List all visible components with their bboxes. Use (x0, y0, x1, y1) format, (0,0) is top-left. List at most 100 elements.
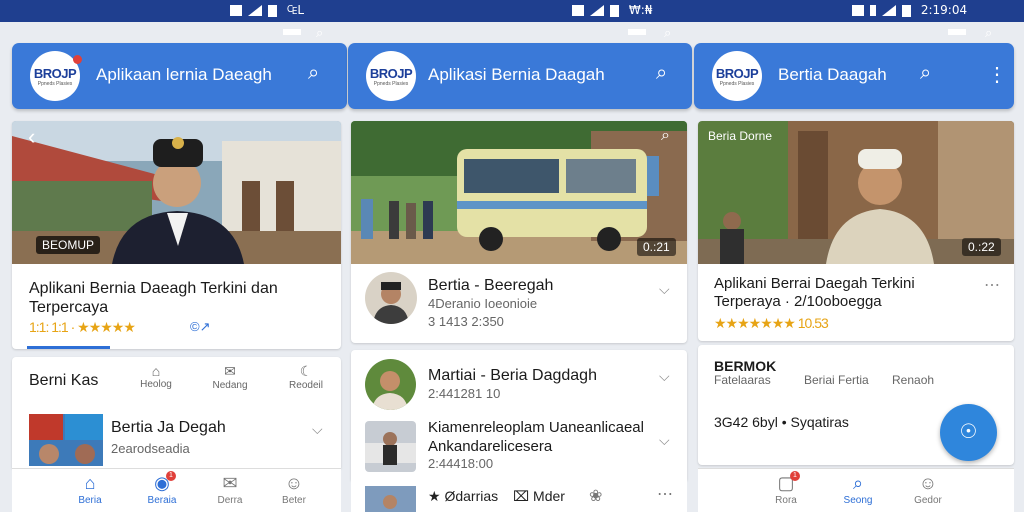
app-bar-2: BROJP Ppneds Plasies Aplikasi Bernia Daa… (348, 43, 692, 109)
item-title[interactable]: Bertia Ja Degah (111, 418, 226, 437)
app-bar-1: BROJP Ppneds Plasies Aplikaan lernia Dae… (12, 43, 347, 109)
status-icons-3: 2:19:04 (852, 3, 967, 17)
profile-icon: ☺ (918, 473, 938, 493)
news-icon: ◉ (154, 473, 170, 493)
section-title: Berni Kas (29, 372, 99, 389)
chevron-down-icon[interactable]: ⌵ (659, 281, 670, 298)
tray-bar (628, 29, 646, 35)
nav-label: Seong (843, 495, 873, 506)
app-title: Aplikaan lernia Daeagh (96, 65, 272, 84)
app-title: Bertia Daagah (778, 65, 887, 84)
item-thumbnail[interactable] (29, 414, 103, 466)
section-tab-2[interactable]: ✉ Nedang (210, 363, 250, 391)
nav-item-search[interactable]: ⌕ Seong (828, 473, 888, 506)
nav-badge: 1 (166, 471, 176, 481)
search-icon[interactable]: ⌕ (308, 62, 319, 85)
tab-label: Heolog (140, 379, 172, 390)
bluetooth-icon (870, 5, 876, 16)
nav-label: Gedor (914, 495, 942, 506)
chat-icon: ☾ (299, 363, 313, 379)
item-title[interactable]: Kiamenreleoplam Uaneanlicaeal Ankandarel… (428, 418, 648, 456)
more-vert-icon[interactable]: ⋮ (987, 62, 1007, 87)
item-title[interactable]: Martiai - Beria Dagdagh (428, 366, 597, 385)
tray-bar (948, 29, 966, 35)
section-tab-2[interactable]: Beriai Fertia (804, 373, 869, 387)
back-icon[interactable]: ‹ (28, 124, 35, 150)
profile-icon: ☺ (284, 473, 304, 493)
tab-label: Nedang (212, 380, 248, 391)
status-time-3: 2:19:04 (920, 3, 968, 17)
search-icon[interactable]: ⌕ (985, 25, 992, 41)
item-meta: 4Deranio Ioeonioie (428, 296, 538, 311)
chevron-down-icon[interactable]: ⌵ (659, 368, 670, 385)
featured-headline[interactable]: Aplikani Bernia Daeagh Terkini dan Terpe… (29, 279, 329, 317)
battery-icon (268, 4, 277, 17)
floating-action-button[interactable]: ☉ (940, 404, 997, 461)
search-icon[interactable]: ⌕ (656, 62, 667, 85)
section-tab-1[interactable]: Fatelaaras (714, 373, 771, 387)
tray-bar (283, 29, 301, 35)
rating-stars: ★★★★★★★ 10.53 (714, 315, 829, 331)
app-logo[interactable]: BROJP Ppneds Plasies (712, 51, 762, 101)
chat-icon: ☉ (959, 421, 978, 443)
nav-label: Rora (775, 495, 797, 506)
video-duration: 0.:22 (962, 238, 1001, 256)
section-footnote: 3G42 6byl • Syqatiras (714, 414, 849, 430)
signal-icon (882, 5, 896, 16)
section-tab-3[interactable]: Renaoh (892, 373, 934, 387)
status-time-1: ₠L (286, 3, 305, 17)
app-logo[interactable]: BROJP Ppneds Plasies (30, 51, 82, 101)
nav-item-news[interactable]: ◉ Beraia 1 (132, 471, 192, 506)
featured-card-1[interactable]: ‹ BEOMUP Aplikani Bernia Daeagh Terkini … (12, 121, 341, 349)
more-horiz-icon[interactable]: ⋯ (657, 484, 673, 504)
status-icons-1: ₠L (230, 3, 304, 17)
item-title[interactable]: Bertia - Beeregah (428, 276, 553, 295)
news-section-1: Berni Kas ⌂ Heolog ✉ Nedang ☾ Reodeil Berti… (12, 357, 341, 468)
search-icon[interactable]: ⌕ (661, 127, 670, 145)
nav-label: Derra (217, 495, 243, 506)
search-icon[interactable]: ⌕ (920, 62, 931, 85)
signal-icon (590, 5, 604, 16)
notification-dot (73, 55, 82, 64)
alarm-icon (852, 5, 864, 16)
nav-label: Beter (282, 495, 306, 506)
item-avatar[interactable] (365, 359, 416, 410)
badge-icon[interactable]: ❀ (589, 486, 602, 506)
featured-card-2[interactable]: ⌕ 0.:21 Bertia - Beeregah 4Deranio Ioeon… (351, 121, 687, 343)
item-thumbnail[interactable] (365, 421, 416, 472)
search-icon[interactable]: ⌕ (664, 25, 671, 41)
chevron-down-icon[interactable]: ⌵ (659, 432, 670, 449)
strip-item-2[interactable]: ⌧ Mder (513, 488, 565, 505)
item-meta: 2:44418:00 (428, 456, 494, 471)
chevron-down-icon[interactable]: ⌵ (312, 421, 323, 438)
logo-text: BROJP (33, 66, 77, 81)
item-meta: 2:441281 10 (428, 386, 501, 401)
mail-icon: ✉ (222, 473, 238, 493)
strip-label: Mder (533, 488, 565, 504)
app-logo[interactable]: BROJP Ppneds Plasies (366, 51, 416, 101)
item-meta: 2earodseadia (111, 441, 190, 456)
nav-item-profile[interactable]: ☺ Gedor (898, 473, 958, 506)
nav-item-home[interactable]: ⌂ Beria (60, 473, 120, 506)
featured-card-3[interactable]: Beria Dorne 0.:22 Aplikani Berrai Daegah… (698, 121, 1014, 341)
logo-text: BROJP (715, 66, 759, 81)
home-icon: ⌂ (84, 473, 96, 493)
item-thumbnail[interactable] (365, 486, 416, 512)
nav-item-home[interactable]: ▢ Rora 1 (756, 471, 816, 506)
section-tab-3[interactable]: ☾ Reodeil (286, 363, 326, 391)
nav-item-profile[interactable]: ☺ Beter (264, 473, 324, 506)
strip-item-1[interactable]: ★ Ødarrias (428, 488, 498, 505)
signal-icon (248, 5, 262, 16)
logo-subtext: Ppneds Plasies (373, 81, 409, 87)
more-horiz-icon[interactable]: ⋯ (984, 275, 1000, 295)
item-avatar[interactable] (365, 272, 417, 324)
status-time-2: ₩:₦ (628, 3, 653, 17)
bottom-strip-2: ★ Ødarrias ⌧ Mder ❀ ⋯ (351, 480, 687, 512)
share-icon[interactable]: ©↗ (190, 319, 210, 335)
section-tab-1[interactable]: ⌂ Heolog (136, 363, 176, 390)
news-list-2: Martiai - Beria Dagdagh 2:441281 10 ⌵ Ki… (351, 350, 687, 480)
nav-item-inbox[interactable]: ✉ Derra (200, 473, 260, 506)
active-indicator (27, 346, 110, 349)
featured-headline[interactable]: Aplikani Berrai Daegah Terkini Terperaya… (714, 275, 984, 311)
search-icon[interactable]: ⌕ (316, 25, 323, 41)
